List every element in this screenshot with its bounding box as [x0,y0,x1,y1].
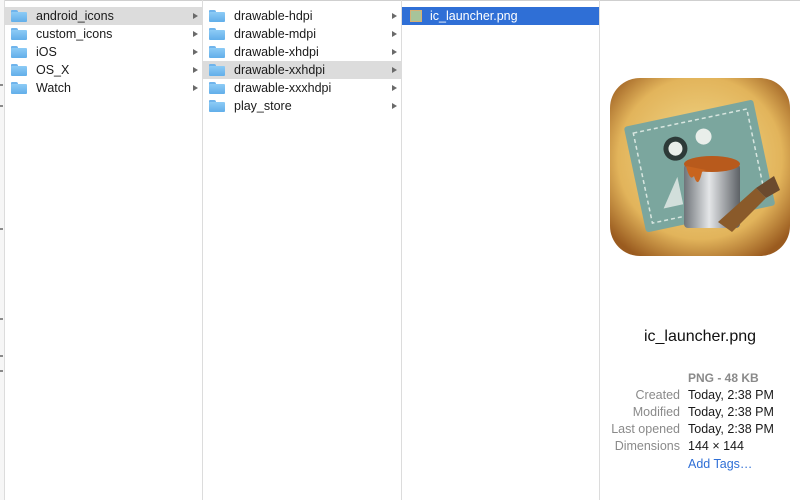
info-value: 144 × 144 [688,439,744,453]
edge-tick [0,355,3,357]
edge-tick [0,84,3,86]
column-1: android_icons custom_icons iOS OS_X Watc… [5,0,203,500]
chevron-right-icon [392,103,397,109]
folder-row-drawable-xxhdpi[interactable]: drawable-xxhdpi [203,61,401,79]
folder-label: drawable-xhdpi [234,45,319,59]
folder-label: play_store [234,99,292,113]
folder-icon [11,82,27,94]
folder-icon [209,82,225,94]
info-key: Modified [632,405,680,419]
png-file-icon [410,10,422,22]
info-key: Dimensions [614,439,680,453]
folder-row-play-store[interactable]: play_store [203,97,401,115]
file-label: ic_launcher.png [430,9,518,23]
file-preview-thumbnail [610,78,790,256]
chevron-right-icon [193,13,198,19]
file-row-ic-launcher[interactable]: ic_launcher.png [402,7,599,25]
preview-file-name: ic_launcher.png [643,328,757,345]
chevron-right-icon [392,31,397,37]
info-key: Created [635,388,680,402]
folder-icon [11,64,27,76]
folder-icon [209,64,225,76]
folder-label: android_icons [36,9,114,23]
folder-icon [209,10,225,22]
folder-row-drawable-mdpi[interactable]: drawable-mdpi [203,25,401,43]
folder-row-os-x[interactable]: OS_X [5,61,202,79]
folder-label: drawable-hdpi [234,9,313,23]
folder-row-drawable-xxxhdpi[interactable]: drawable-xxxhdpi [203,79,401,97]
folder-label: OS_X [36,63,70,77]
info-value: Today, 2:38 PM [688,405,774,419]
edge-tick [0,228,3,230]
preview-kind-size: PNG - 48 KB [688,371,759,385]
chevron-right-icon [392,67,397,73]
chevron-right-icon [392,49,397,55]
edge-tick [0,318,3,320]
folder-icon [11,10,27,22]
chevron-right-icon [193,67,198,73]
folder-label: drawable-xxxhdpi [234,81,332,95]
folder-row-android-icons[interactable]: android_icons [5,7,202,25]
column-2: drawable-hdpi drawable-mdpi drawable-xhd… [203,0,402,500]
add-tags-link[interactable]: Add Tags… [688,457,752,471]
chevron-right-icon [193,49,198,55]
folder-label: custom_icons [36,27,113,41]
chevron-right-icon [193,85,198,91]
folder-label: Watch [36,81,71,95]
folder-label: drawable-xxhdpi [234,63,326,77]
folder-row-drawable-xhdpi[interactable]: drawable-xhdpi [203,43,401,61]
folder-label: iOS [36,45,57,59]
edge-tick [0,370,3,372]
folder-row-custom-icons[interactable]: custom_icons [5,25,202,43]
folder-icon [209,46,225,58]
folder-row-watch[interactable]: Watch [5,79,202,97]
folder-icon [209,28,225,40]
chevron-right-icon [193,31,198,37]
folder-icon [209,100,225,112]
folder-label: drawable-mdpi [234,27,316,41]
folder-row-drawable-hdpi[interactable]: drawable-hdpi [203,7,401,25]
info-value: Today, 2:38 PM [688,422,774,436]
folder-row-ios[interactable]: iOS [5,43,202,61]
chevron-right-icon [392,85,397,91]
info-value: Today, 2:38 PM [688,388,774,402]
column-3: ic_launcher.png [402,0,600,500]
chevron-right-icon [392,13,397,19]
info-key: Last opened [611,422,680,436]
folder-icon [11,28,27,40]
folder-icon [11,46,27,58]
edge-tick [0,105,3,107]
